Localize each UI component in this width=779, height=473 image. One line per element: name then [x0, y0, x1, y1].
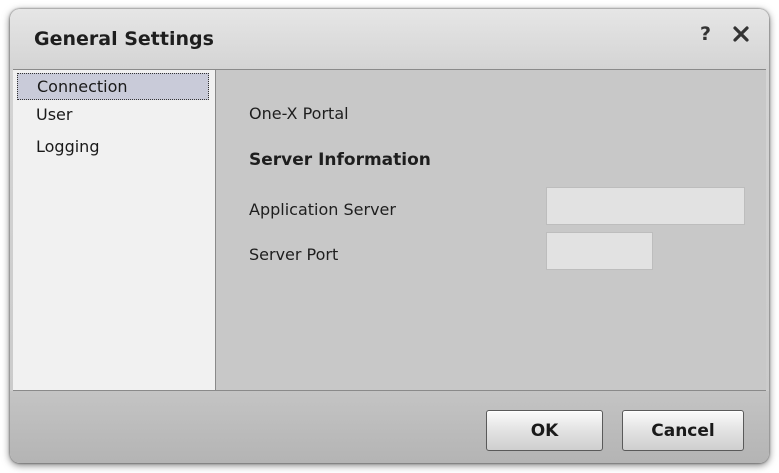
application-server-label: Application Server	[249, 200, 396, 219]
portal-heading: One-X Portal	[249, 104, 349, 123]
connection-settings-panel: One-X Portal Server Information Applicat…	[216, 70, 766, 390]
general-settings-dialog: General Settings ? Connection User Loggi…	[10, 9, 769, 463]
ok-button[interactable]: OK	[486, 410, 603, 451]
sidebar-item-logging[interactable]: Logging	[17, 134, 209, 161]
server-information-title: Server Information	[249, 150, 431, 170]
application-server-input[interactable]	[546, 187, 745, 225]
close-icon[interactable]	[730, 23, 752, 45]
dialog-body: Connection User Logging One-X Portal Ser…	[13, 69, 766, 391]
cancel-button[interactable]: Cancel	[622, 410, 744, 451]
dialog-title: General Settings	[34, 28, 214, 50]
sidebar-item-user[interactable]: User	[17, 102, 209, 129]
help-icon[interactable]: ?	[700, 23, 711, 45]
sidebar-item-label: User	[36, 105, 73, 124]
sidebar-item-label: Connection	[37, 77, 128, 96]
dialog-footer: OK Cancel	[10, 391, 769, 463]
settings-category-list: Connection User Logging	[13, 70, 216, 390]
server-port-input[interactable]	[546, 232, 653, 270]
server-port-label: Server Port	[249, 245, 339, 264]
title-bar[interactable]: General Settings ?	[10, 9, 769, 71]
sidebar-item-connection[interactable]: Connection	[17, 73, 209, 100]
sidebar-item-label: Logging	[36, 137, 100, 156]
